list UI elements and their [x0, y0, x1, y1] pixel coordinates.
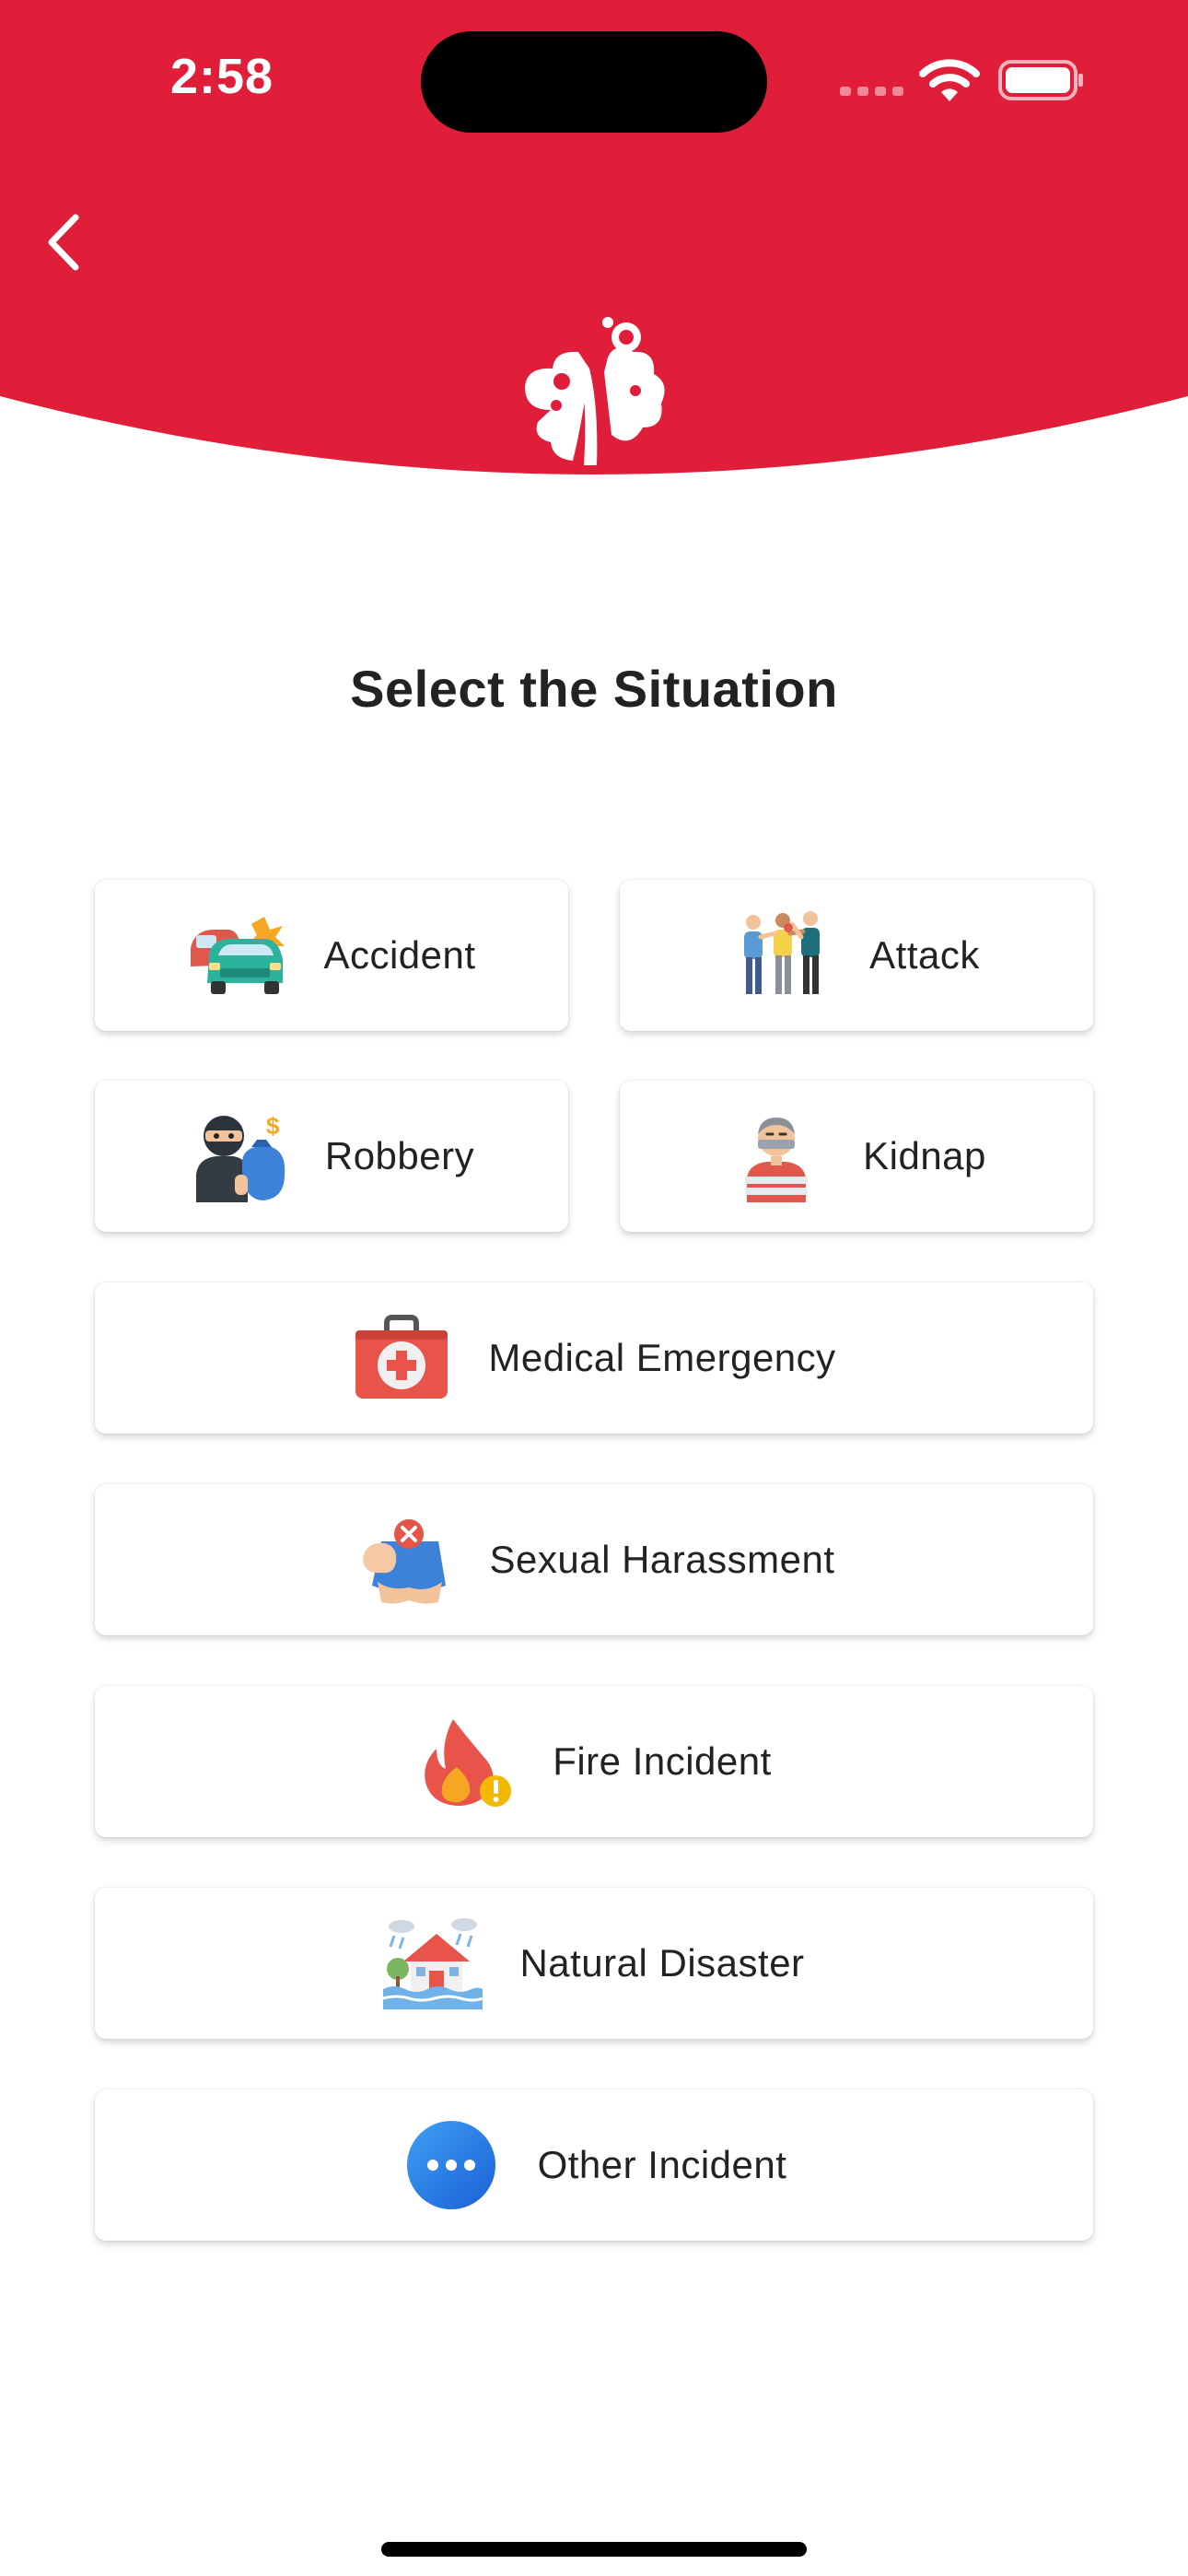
situation-label: Robbery — [324, 1134, 475, 1177]
situation-label: Fire Incident — [553, 1739, 772, 1783]
situation-natural-disaster-button[interactable]: Natural Disaster — [95, 1888, 1093, 2039]
situation-label: Medical Emergency — [488, 1336, 836, 1379]
svg-text:$: $ — [266, 1112, 280, 1140]
situation-robbery-button[interactable]: $ Robbery — [95, 1081, 568, 1232]
dynamic-island — [421, 31, 767, 133]
situation-label: Natural Disaster — [519, 1941, 805, 1985]
back-button[interactable] — [28, 201, 101, 284]
situation-fire-incident-button[interactable]: Fire Incident — [95, 1686, 1093, 1837]
situation-label: Kidnap — [863, 1134, 986, 1177]
situation-label: Attack — [869, 933, 980, 977]
app-logo-icon — [525, 317, 665, 465]
flood-house-icon — [383, 1917, 483, 2009]
situation-label: Accident — [323, 933, 476, 977]
chevron-left-icon — [48, 214, 79, 271]
cellular-signal-icon — [840, 87, 903, 96]
car-crash-icon — [187, 909, 286, 1001]
situation-other-incident-button[interactable]: Other Incident — [95, 2090, 1093, 2241]
kidnap-icon — [727, 1110, 826, 1202]
situation-label: Sexual Harassment — [489, 1538, 835, 1581]
situation-accident-button[interactable]: Accident — [95, 880, 568, 1031]
first-aid-kit-icon — [352, 1312, 451, 1404]
situation-attack-button[interactable]: Attack — [620, 880, 1093, 1031]
situation-label: Other Incident — [537, 2143, 787, 2186]
harassment-icon — [354, 1514, 453, 1606]
fight-icon — [733, 909, 833, 1001]
page-title: Select the Situation — [350, 660, 838, 718]
robber-icon: $ — [189, 1110, 288, 1202]
fire-icon — [416, 1715, 516, 1808]
status-time: 2:58 — [170, 49, 274, 104]
situation-medical-emergency-button[interactable]: Medical Emergency — [95, 1282, 1093, 1434]
battery-icon — [998, 60, 1083, 100]
more-dots-icon — [402, 2119, 501, 2211]
situation-sexual-harassment-button[interactable]: Sexual Harassment — [95, 1484, 1093, 1635]
wifi-icon — [919, 59, 980, 101]
home-indicator[interactable] — [381, 2542, 807, 2557]
situation-kidnap-button[interactable]: Kidnap — [620, 1081, 1093, 1232]
